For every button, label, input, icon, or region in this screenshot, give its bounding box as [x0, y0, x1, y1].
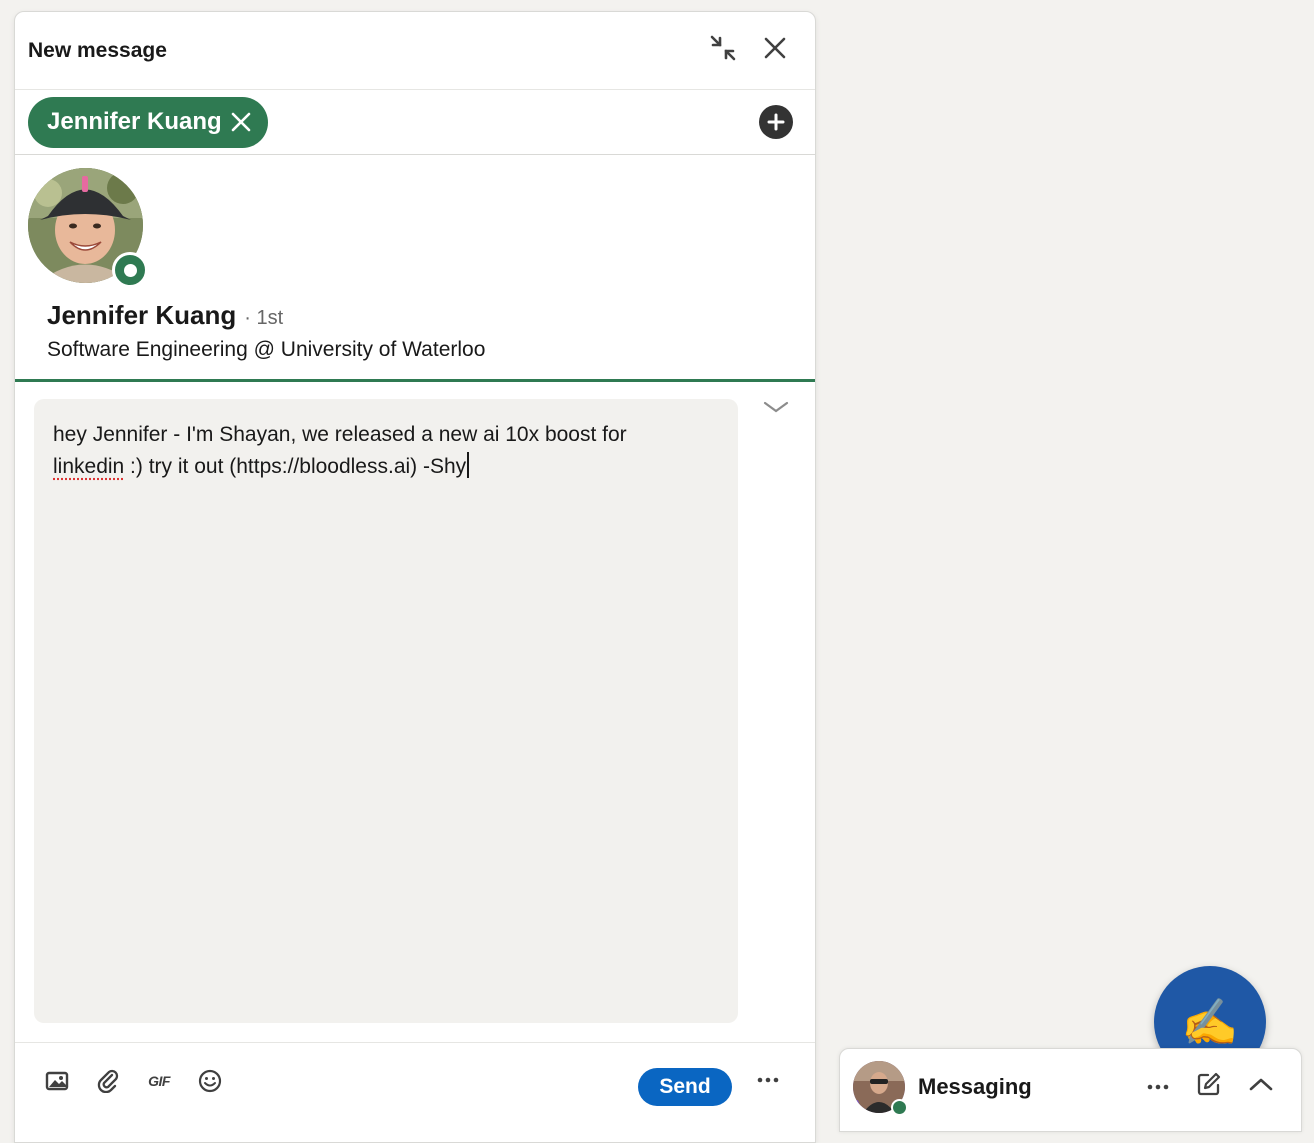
message-body-area: hey Jennifer - I'm Shayan, we released a… — [15, 382, 815, 1042]
profile-headline: Software Engineering @ University of Wat… — [47, 338, 485, 362]
emoji-button[interactable] — [198, 1069, 222, 1093]
collapse-messaging-button[interactable] — [1248, 1076, 1274, 1097]
plus-icon — [767, 113, 785, 131]
recipient-avatar[interactable] — [28, 168, 146, 286]
minimize-icon — [709, 34, 737, 67]
new-message-button[interactable] — [1196, 1071, 1222, 1102]
compose-footer: GIF Send — [15, 1042, 815, 1133]
profile-name[interactable]: Jennifer Kuang — [47, 300, 236, 331]
close-icon — [230, 111, 252, 133]
compose-message-window: New message Jennifer Kuang Jennifer Kuan… — [14, 11, 816, 1143]
image-icon — [45, 1070, 69, 1092]
header-actions — [704, 32, 794, 70]
message-input[interactable]: hey Jennifer - I'm Shayan, we released a… — [34, 399, 738, 1023]
minimize-button[interactable] — [704, 32, 742, 70]
attach-file-button[interactable] — [96, 1069, 120, 1093]
ellipsis-icon — [756, 1076, 780, 1084]
close-icon — [763, 36, 787, 65]
more-options-button[interactable] — [756, 1071, 780, 1089]
misspelled-word: linkedin — [53, 455, 124, 478]
send-button[interactable]: Send — [638, 1068, 732, 1106]
footer-tools: GIF — [45, 1069, 222, 1093]
recipient-chip[interactable]: Jennifer Kuang — [28, 97, 268, 148]
recipient-profile-card: Jennifer Kuang · 1st Software Engineerin… — [15, 155, 815, 382]
add-recipient-button[interactable] — [759, 105, 793, 139]
chevron-down-icon — [763, 400, 789, 414]
recipient-bar: Jennifer Kuang — [15, 90, 815, 155]
close-button[interactable] — [756, 32, 794, 70]
profile-name-row: Jennifer Kuang · 1st — [47, 300, 283, 331]
compose-title: New message — [28, 39, 167, 63]
remove-recipient-button[interactable] — [230, 111, 252, 133]
compose-header: New message — [15, 12, 815, 90]
attach-image-button[interactable] — [45, 1069, 69, 1093]
online-status-icon — [891, 1099, 908, 1116]
message-line-2: :) try it out (https://bloodless.ai) -Sh… — [124, 455, 466, 478]
message-line-1: hey Jennifer - I'm Shayan, we released a… — [53, 423, 627, 446]
message-text: hey Jennifer - I'm Shayan, we released a… — [34, 399, 738, 503]
paperclip-icon — [96, 1069, 120, 1093]
expand-message-button[interactable] — [763, 400, 789, 419]
connection-degree: · 1st — [244, 307, 283, 330]
messaging-title: Messaging — [918, 1074, 1032, 1100]
smiley-icon — [198, 1069, 222, 1093]
gif-icon: GIF — [148, 1073, 170, 1089]
ellipsis-icon — [1146, 1083, 1170, 1091]
chevron-up-icon — [1248, 1076, 1274, 1092]
messaging-dock[interactable]: Messaging — [839, 1048, 1302, 1132]
writing-hand-icon: ✍️ — [1181, 995, 1238, 1050]
gif-button[interactable]: GIF — [147, 1069, 171, 1093]
messaging-actions — [1146, 1071, 1274, 1102]
online-status-icon — [112, 252, 148, 288]
compose-icon — [1196, 1071, 1222, 1097]
my-avatar — [853, 1061, 907, 1115]
recipient-chip-label: Jennifer Kuang — [47, 108, 222, 136]
text-cursor — [467, 452, 469, 478]
messaging-more-button[interactable] — [1146, 1078, 1170, 1096]
